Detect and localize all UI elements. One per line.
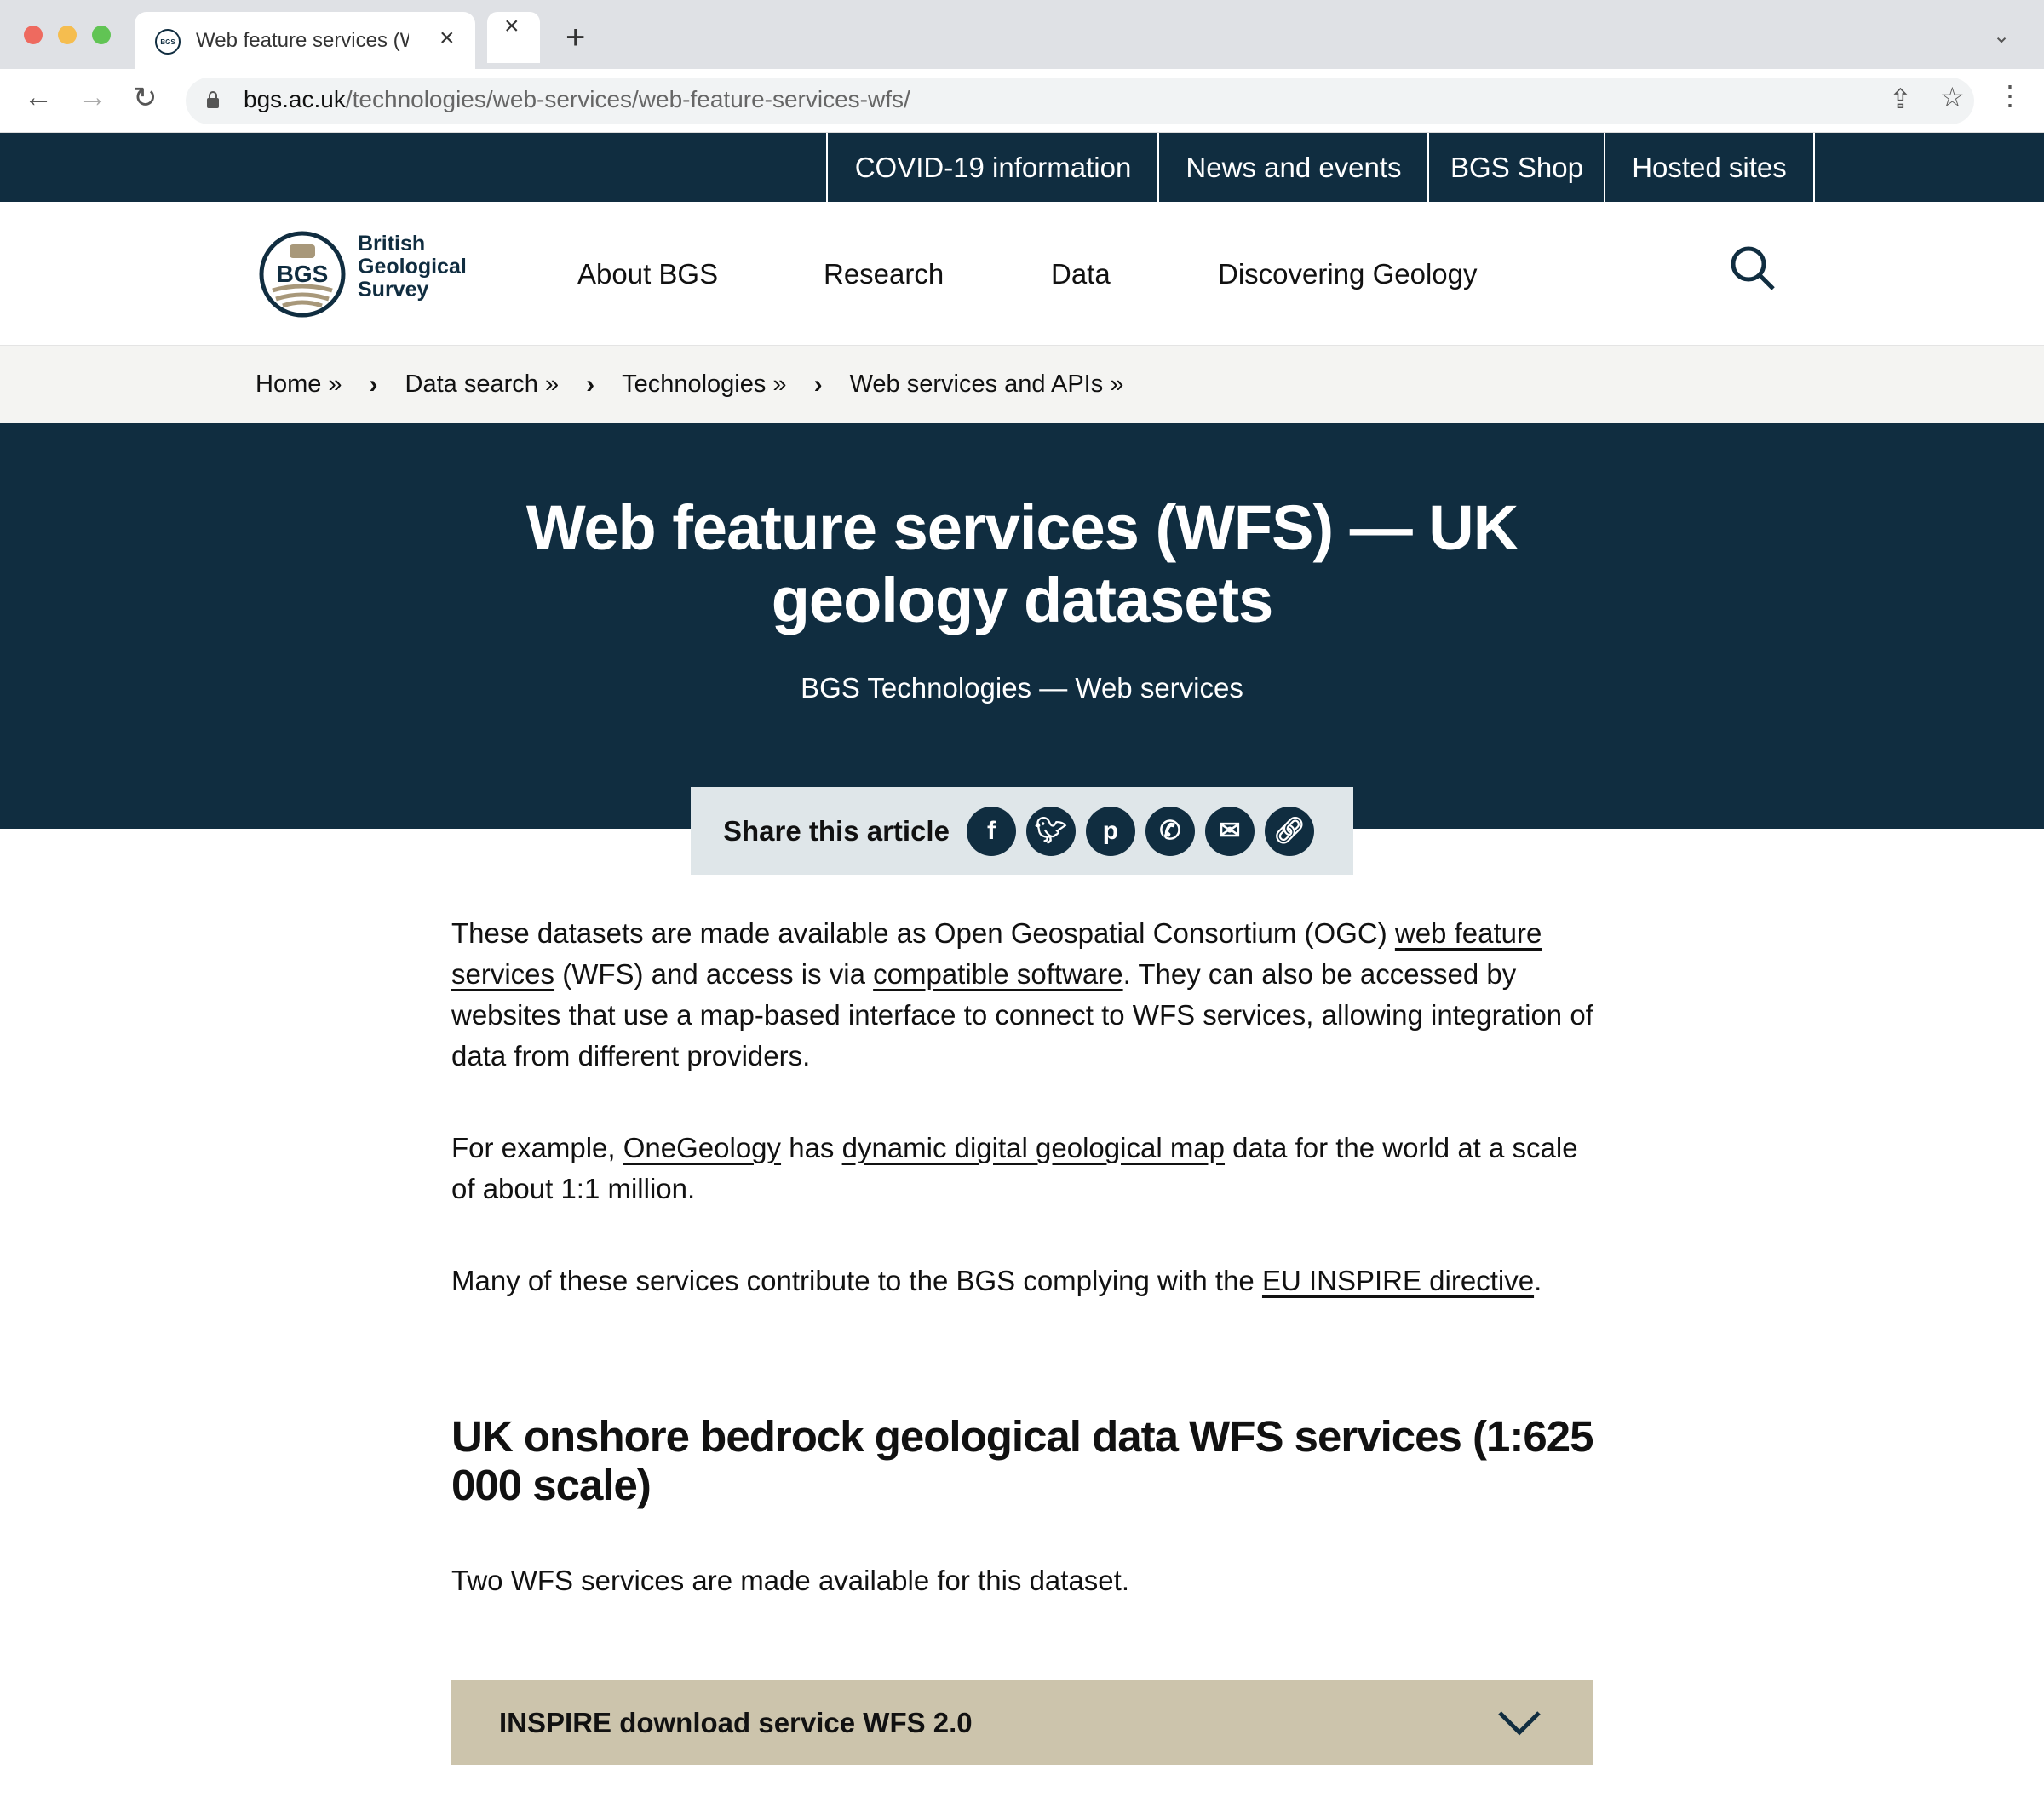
accordion-inspire-wfs[interactable]: INSPIRE download service WFS 2.0 — [451, 1680, 1593, 1765]
share-bar: Share this article f 🐦︎ p ✆ ✉ 🔗︎ — [691, 787, 1353, 875]
facebook-icon[interactable]: f — [966, 806, 1016, 856]
back-icon[interactable]: ← — [24, 81, 53, 114]
url-domain: bgs.ac.uk — [244, 86, 346, 112]
inspire-paragraph: Many of these services contribute to the… — [451, 1265, 1542, 1296]
page-subtitle: BGS Technologies — Web services — [801, 672, 1243, 704]
lock-icon — [207, 91, 219, 108]
link-dynamic-map[interactable]: dynamic digital geological map — [842, 1132, 1225, 1163]
breadcrumb-home[interactable]: Home » — [256, 371, 342, 399]
browser-tab-bar: BGS Web feature services (WFS) — UK geol… — [0, 0, 2044, 69]
logo-line-2: Geological — [358, 255, 467, 279]
topnav-covid[interactable]: COVID-19 information — [826, 133, 1158, 202]
twitter-icon[interactable]: 🐦︎ — [1025, 806, 1076, 856]
accordion-title: INSPIRE download service WFS 2.0 — [499, 1706, 973, 1738]
example-paragraph: For example, OneGeology has dynamic digi… — [451, 1132, 1578, 1204]
link-eu-inspire[interactable]: EU INSPIRE directive — [1262, 1265, 1534, 1296]
whatsapp-icon[interactable]: ✆ — [1145, 806, 1195, 856]
nav-data[interactable]: Data — [1051, 258, 1111, 290]
chevron-down-icon[interactable]: ⌄ — [1993, 24, 2010, 49]
url-path: /technologies/web-services/web-feature-s… — [345, 86, 910, 112]
intro-paragraph: These datasets are made available as Ope… — [451, 917, 1593, 1071]
services-paragraph: Two WFS services are made available for … — [451, 1565, 1129, 1596]
topnav-news-events[interactable]: News and events — [1157, 133, 1428, 202]
bgs-logo[interactable]: BGS British Geological Survey — [257, 229, 479, 321]
link-compatible-software[interactable]: compatible software — [873, 958, 1122, 990]
topnav-hosted-sites[interactable]: Hosted sites — [1604, 133, 1815, 202]
logo-line-3: Survey — [358, 278, 429, 302]
link-onegeology[interactable]: OneGeology — [623, 1132, 781, 1163]
page-title: Web feature services (WFS) — UK geology … — [525, 492, 1519, 635]
bgs-logo-mark-icon: BGS — [259, 231, 346, 318]
maximize-window-button[interactable] — [92, 26, 111, 44]
chevron-down-icon[interactable] — [1497, 1710, 1542, 1736]
link-icon[interactable]: 🔗︎ — [1264, 806, 1314, 856]
svg-text:BGS: BGS — [277, 261, 329, 287]
nav-research[interactable]: Research — [824, 258, 944, 290]
chevron-right-icon: › — [586, 370, 595, 399]
bookmark-star-icon[interactable]: ☆ — [1940, 81, 1965, 113]
reload-icon[interactable]: ↻ — [133, 81, 158, 115]
topnav-shop[interactable]: BGS Shop — [1427, 133, 1605, 202]
url-input[interactable]: bgs.ac.uk/technologies/web-services/web-… — [186, 78, 1974, 124]
breadcrumb: Home » › Data search » › Technologies » › W… — [0, 346, 2044, 423]
minimize-window-button[interactable] — [58, 26, 77, 44]
favicon-icon: BGS — [155, 29, 181, 55]
browser-tab[interactable]: × — [487, 12, 540, 63]
breadcrumb-data-search[interactable]: Data search » — [405, 371, 560, 399]
nav-discovering-geology[interactable]: Discovering Geology — [1218, 258, 1477, 290]
section-heading: UK onshore bedrock geological data WFS s… — [451, 1412, 1593, 1509]
site-header: BGS British Geological Survey About BGS … — [0, 202, 2044, 346]
address-bar-row: ← → ↻ bgs.ac.uk/technologies/web-service… — [0, 69, 2044, 133]
utility-nav: COVID-19 information News and events BGS… — [0, 133, 2044, 202]
email-icon[interactable]: ✉ — [1204, 806, 1255, 856]
breadcrumb-web-services[interactable]: Web services and APIs » — [850, 371, 1124, 399]
logo-line-1: British — [358, 232, 426, 256]
pinterest-icon[interactable]: p — [1085, 806, 1135, 856]
nav-about-bgs[interactable]: About BGS — [577, 258, 718, 290]
chevron-right-icon: › — [813, 370, 823, 399]
breadcrumb-technologies[interactable]: Technologies » — [622, 371, 786, 399]
hero-banner: Web feature services (WFS) — UK geology … — [0, 423, 2044, 829]
close-tab-icon[interactable]: × — [504, 12, 520, 41]
tab-title: Web feature services (WFS) — UK geology … — [196, 29, 409, 52]
chevron-right-icon: › — [369, 370, 378, 399]
new-tab-icon[interactable]: + — [566, 19, 585, 57]
search-icon[interactable] — [1729, 244, 1777, 292]
share-page-icon[interactable]: ⇪ — [1889, 83, 1912, 115]
article-body: These datasets are made available as Ope… — [451, 913, 1597, 1652]
share-label: Share this article — [723, 814, 950, 847]
browser-menu-icon[interactable]: ⋮ — [1996, 79, 2024, 112]
close-tab-icon[interactable]: × — [439, 24, 455, 53]
browser-tab-active[interactable]: BGS Web feature services (WFS) — UK geol… — [135, 12, 475, 69]
close-window-button[interactable] — [24, 26, 43, 44]
forward-icon[interactable]: → — [78, 81, 107, 114]
